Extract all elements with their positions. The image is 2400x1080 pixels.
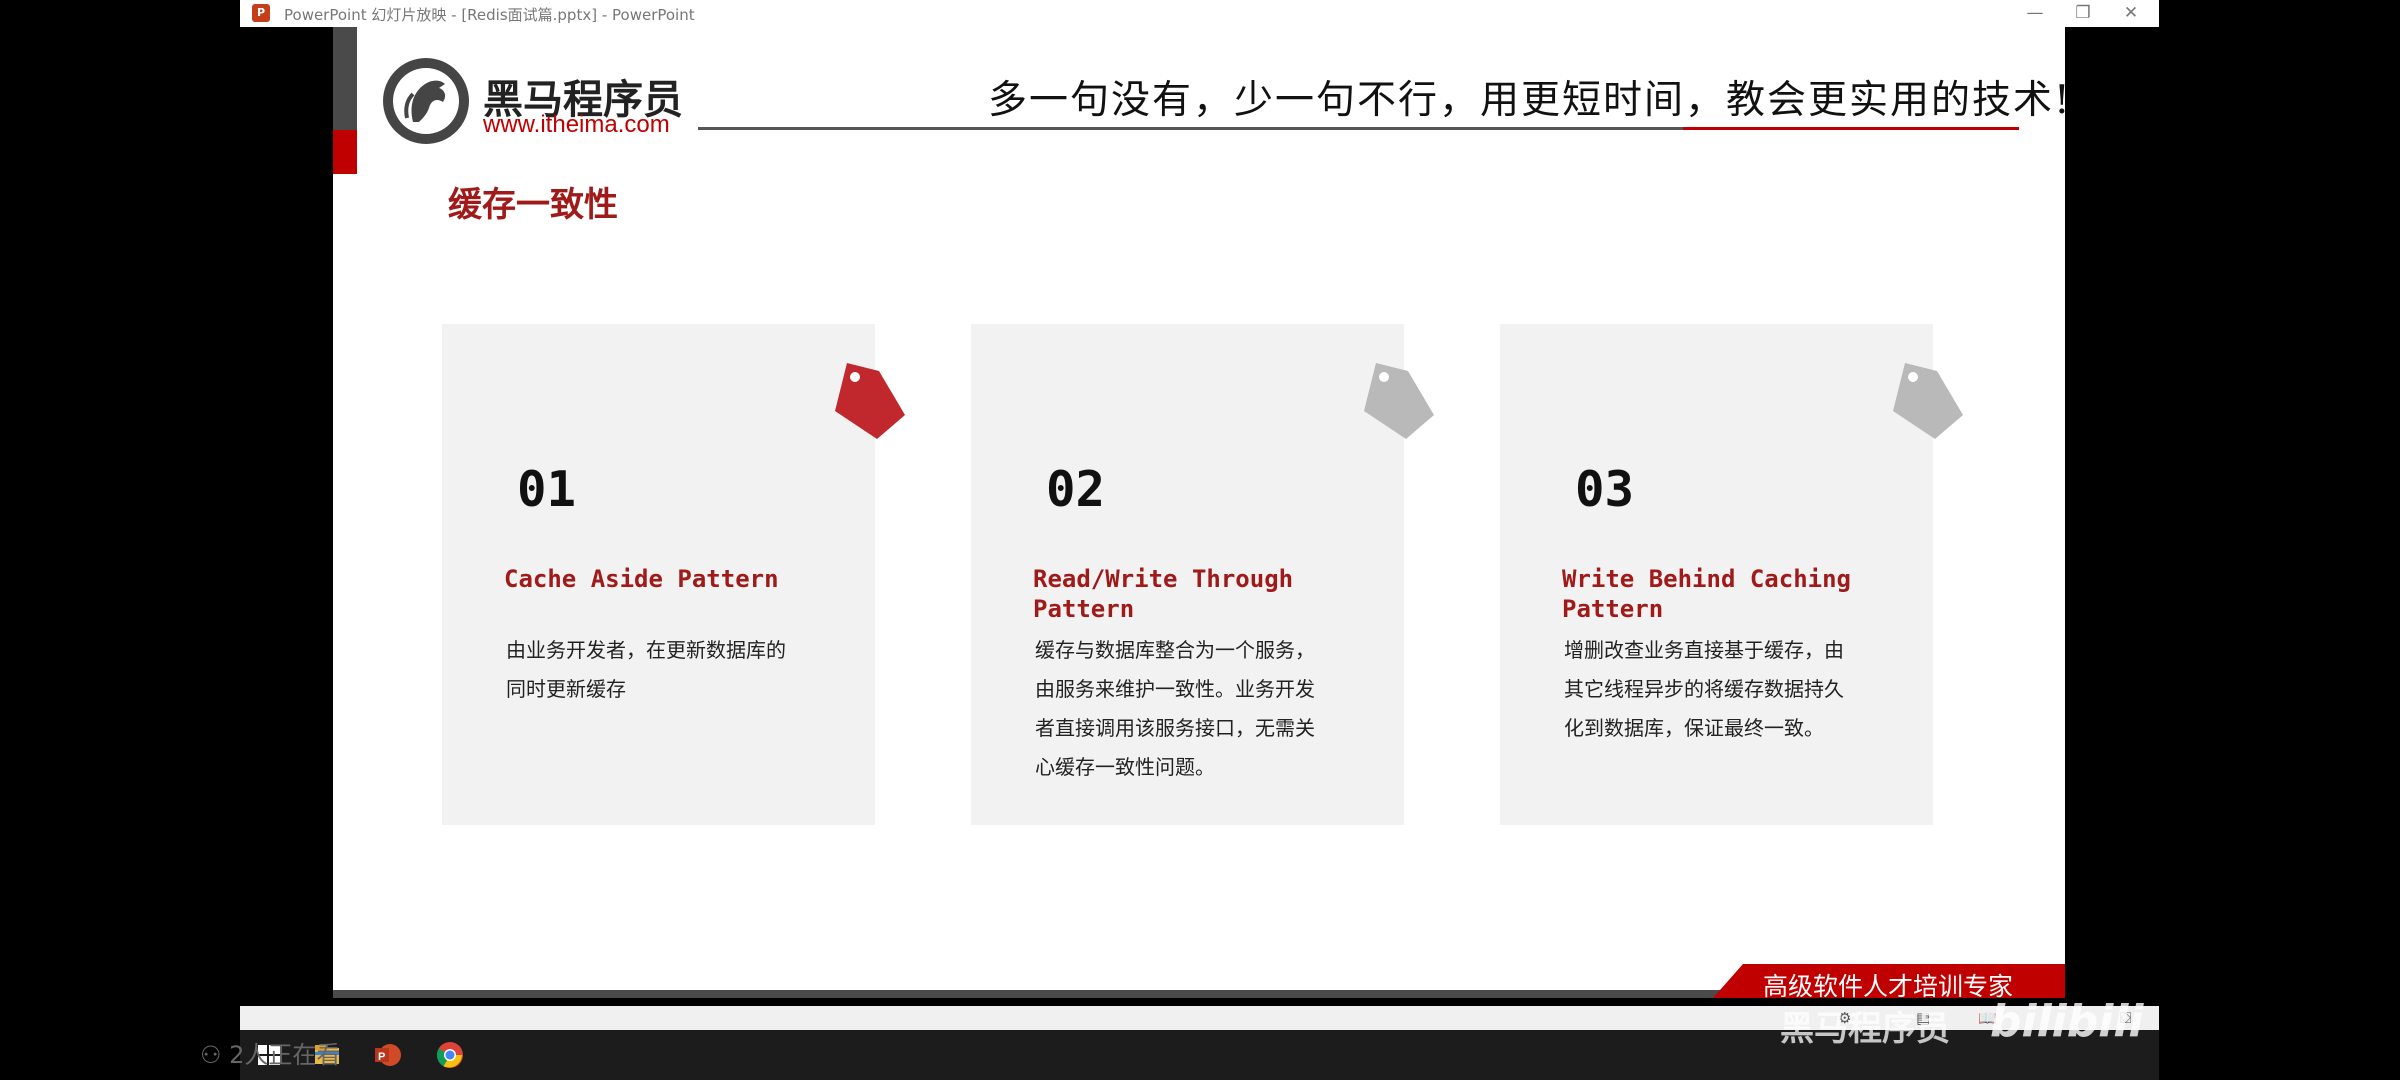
footer-text: 高级软件人才培训专家 xyxy=(1763,972,2014,998)
slide-heading: 缓存一致性 xyxy=(448,185,618,225)
header-gray-band xyxy=(333,27,357,130)
logo-url: www.itheima.com xyxy=(483,111,670,138)
window-title: PowerPoint 幻灯片放映 - [Redis面试篇.pptx] - Pow… xyxy=(284,6,695,24)
slogan: 多一句没有，少一句不行，用更短时间，教会更实用的技术! xyxy=(988,78,2065,123)
minimize-button[interactable]: — xyxy=(2011,0,2059,27)
slogan-underline-accent xyxy=(1683,127,2019,130)
card-title: Read/Write Through Pattern xyxy=(1033,565,1294,623)
card-description: 缓存与数据库整合为一个服务， 由服务来维护一致性。业务开发 者直接调用该服务接口… xyxy=(1035,638,1315,779)
viewers-icon: ⚇ xyxy=(200,1041,230,1069)
restore-button[interactable]: ❐ xyxy=(2059,0,2107,27)
window-titlebar: P PowerPoint 幻灯片放映 - [Redis面试篇.pptx] - P… xyxy=(240,0,2159,27)
viewer-count: ⚇ 2人正在看 xyxy=(200,1041,341,1069)
svg-text:P: P xyxy=(378,1051,385,1063)
chrome-icon[interactable] xyxy=(433,1038,467,1072)
card-cache-aside: 01 Cache Aside Pattern 由业务开发者，在更新数据库的 同时… xyxy=(442,324,875,825)
card-number: 01 xyxy=(517,461,577,518)
card-description: 由业务开发者，在更新数据库的 同时更新缓存 xyxy=(506,638,786,701)
slogan-underline xyxy=(698,127,1698,130)
card-title: Cache Aside Pattern xyxy=(504,565,779,593)
card-title: Write Behind Caching Pattern xyxy=(1562,565,1851,623)
close-button[interactable]: ✕ xyxy=(2107,0,2155,27)
watermark-text: 黑马程序员 xyxy=(1780,1009,1950,1049)
tag-icon xyxy=(1893,363,1963,439)
horse-logo-icon xyxy=(383,58,469,144)
card-read-write-through: 02 Read/Write Through Pattern 缓存与数据库整合为一… xyxy=(971,324,1404,825)
powerpoint-icon: P xyxy=(252,4,270,22)
header-red-band xyxy=(333,130,357,174)
tag-icon xyxy=(835,363,905,439)
powerpoint-taskbar-icon[interactable]: P xyxy=(371,1038,405,1072)
bilibili-logo: bilibili xyxy=(1990,996,2144,1047)
card-write-behind: 03 Write Behind Caching Pattern 增删改查业务直接… xyxy=(1500,324,1933,825)
slide[interactable]: 黑马程序员 www.itheima.com 多一句没有，少一句不行，用更短时间，… xyxy=(333,27,2065,998)
card-number: 02 xyxy=(1046,461,1106,518)
tag-icon xyxy=(1364,363,1434,439)
card-description: 增删改查业务直接基于缓存，由 其它线程异步的将缓存数据持久 化到数据库，保证最终… xyxy=(1564,638,1844,740)
card-number: 03 xyxy=(1575,461,1635,518)
